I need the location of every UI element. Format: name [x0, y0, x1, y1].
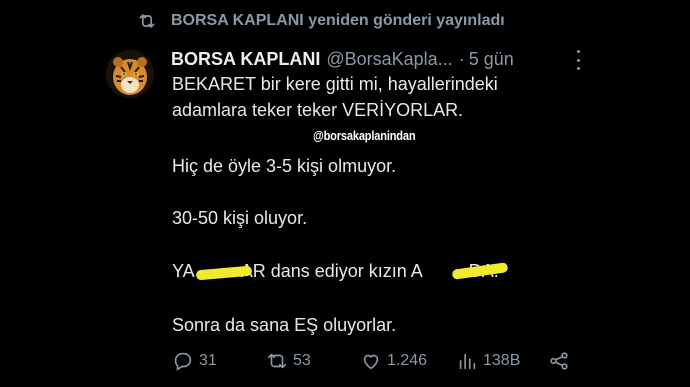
tweet-time[interactable]: 5 gün [469, 49, 514, 70]
reply-button[interactable]: 31 [172, 350, 217, 372]
censored-fragment-2: AR dans ediyor kızın A [240, 261, 423, 281]
views-button[interactable]: 138B [456, 350, 520, 372]
censored-fragment-1: YA [172, 261, 195, 281]
author-handle[interactable]: @BorsaKapla... [326, 49, 452, 70]
repost-icon [267, 353, 287, 369]
like-count: 1.246 [387, 352, 428, 369]
tweet-line-4: 30-50 kişi oluyor. [172, 208, 308, 228]
heart-icon [363, 354, 379, 370]
view-count: 138B [483, 352, 521, 369]
separator-dot: · [458, 48, 465, 69]
views-chart-icon [459, 353, 476, 370]
tiger-avatar [106, 50, 154, 98]
like-button[interactable]: 1.246 [360, 350, 427, 372]
tweet-line-3: Hiç de öyle 3-5 kişi olmuyor. [172, 156, 397, 176]
repost-button[interactable]: 53 [266, 350, 311, 372]
share-icon [550, 352, 568, 370]
repost-text: BORSA KAPLANI yeniden gönderi yayınladı [171, 12, 505, 29]
share-button[interactable] [548, 350, 570, 372]
reply-count: 31 [199, 352, 217, 369]
watermark: @borsakaplanindan [313, 128, 416, 143]
more-options-icon[interactable] [570, 50, 586, 70]
repost-count: 53 [293, 352, 311, 369]
avatar[interactable] [106, 50, 154, 98]
author-name[interactable]: BORSA KAPLANI [171, 49, 320, 70]
repost-icon [139, 14, 155, 28]
tweet-header: BORSA KAPLANI @BorsaKapla... · 5 gün [171, 44, 590, 74]
tweet-line-1: BEKARET bir kere gitti mi, hayallerindek… [172, 74, 498, 94]
repost-indicator[interactable]: BORSA KAPLANI yeniden gönderi yayınladı [137, 8, 505, 34]
tweet-line-6: Sonra da sana EŞ oluyorlar. [172, 315, 397, 335]
reply-icon [174, 352, 192, 371]
tweet-line-2: adamlara teker teker VERİYORLAR. [172, 100, 464, 120]
action-bar: 31 53 1.246 138B [172, 350, 580, 374]
